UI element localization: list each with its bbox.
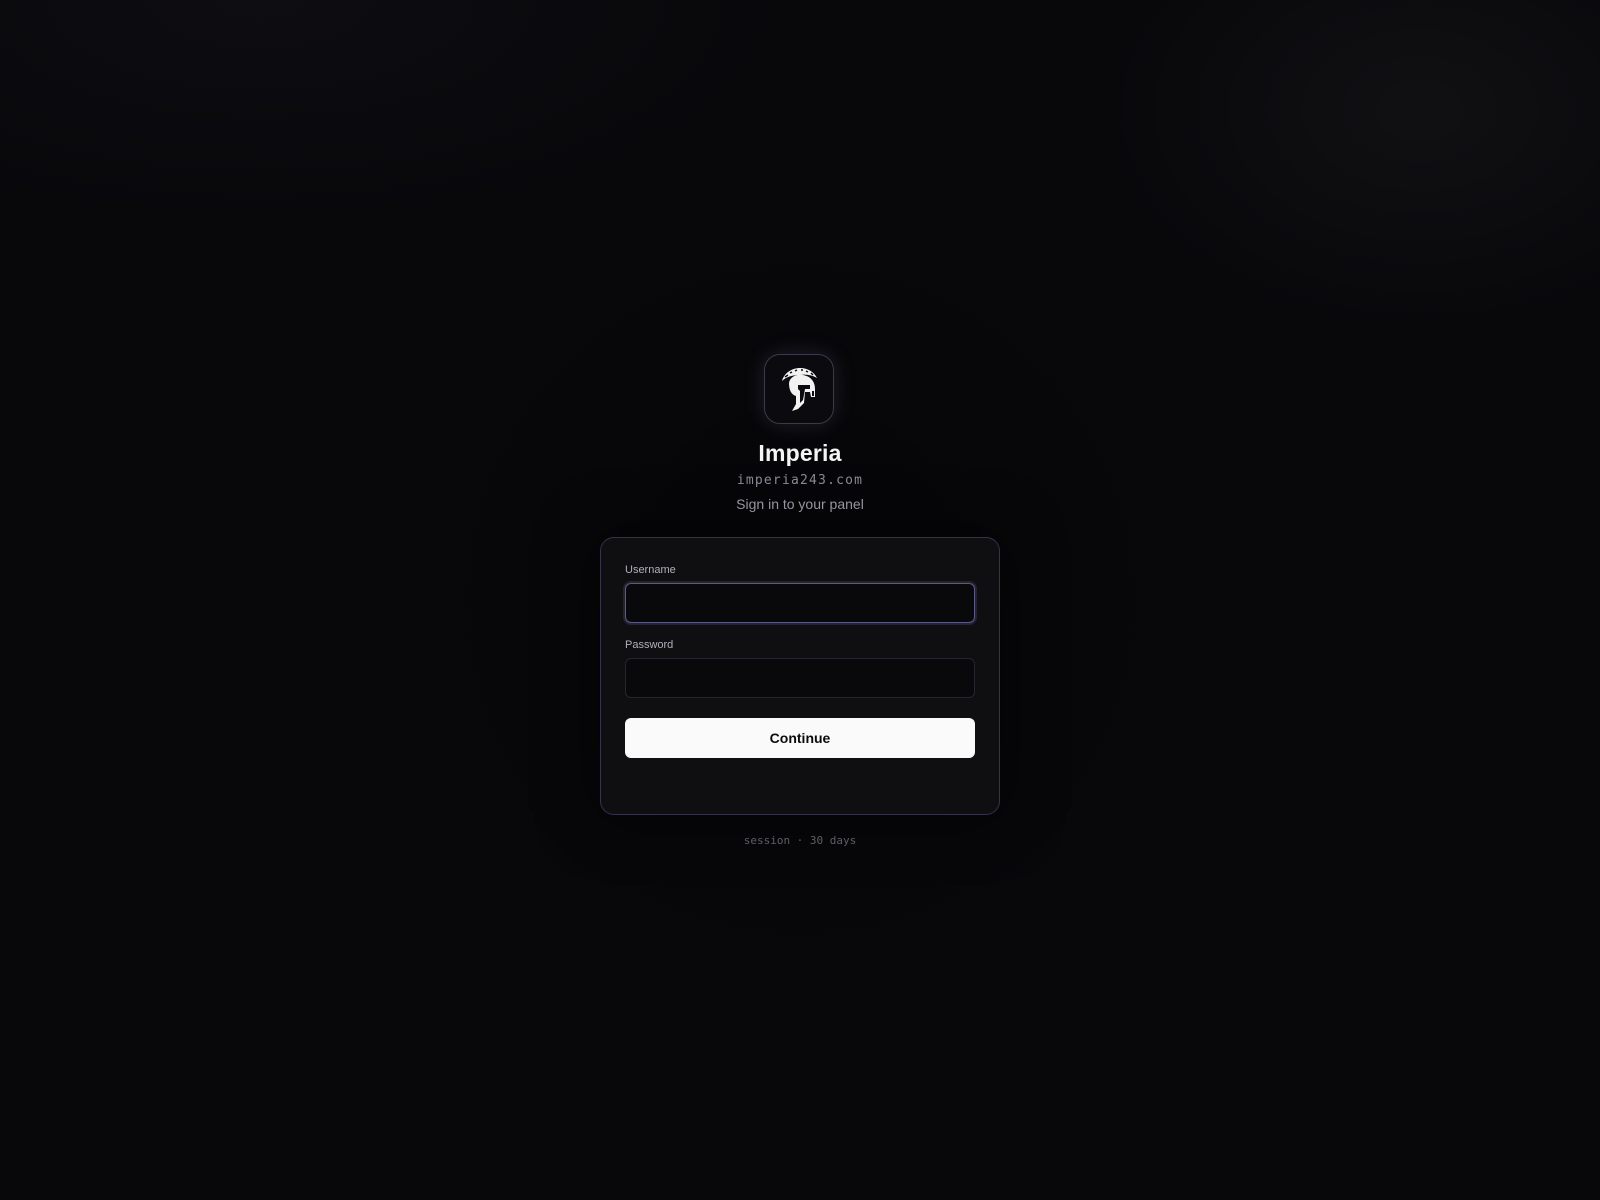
username-label: Username [625,564,676,576]
login-card: Username Password Continue [600,537,1000,815]
username-input[interactable] [625,583,975,623]
brand-domain: imperia243.com [736,473,864,488]
brand-name: Imperia [758,440,842,466]
password-input[interactable] [625,658,975,698]
sign-in-subtitle: Sign in to your panel [736,496,864,512]
session-note: session · 30 days [743,834,857,847]
brand-logo [764,354,834,424]
continue-button[interactable]: Continue [625,718,975,758]
spartan-helmet-icon [782,368,817,411]
password-label: Password [625,639,674,651]
